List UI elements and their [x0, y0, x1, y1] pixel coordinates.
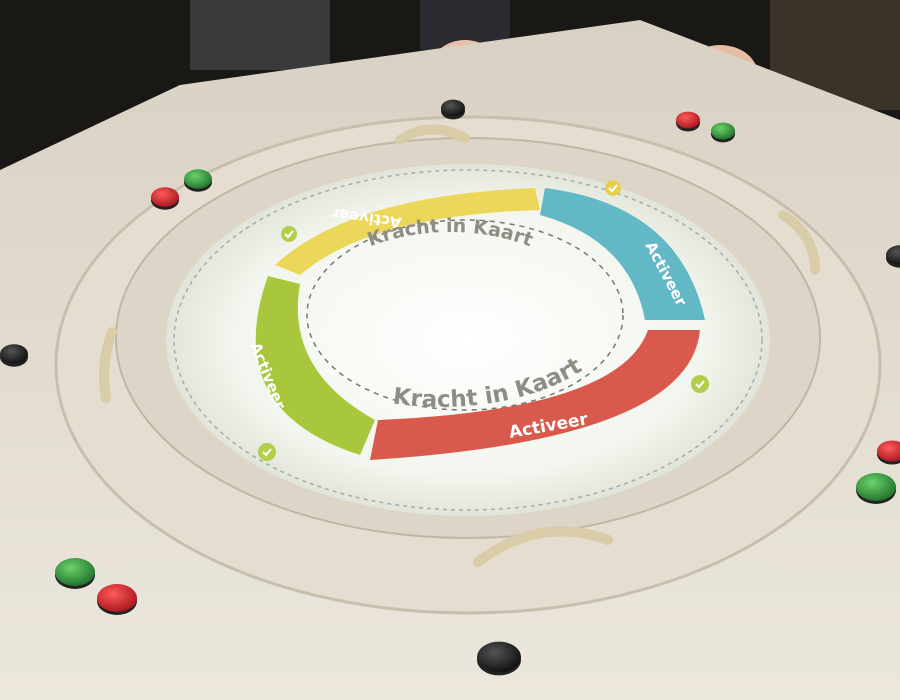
arcade-button-red[interactable]: [151, 187, 179, 210]
arcade-button-black[interactable]: [477, 641, 521, 676]
check-icon-top-left[interactable]: [281, 226, 297, 242]
arcade-button-green[interactable]: [184, 169, 212, 192]
check-icon-bottom-left[interactable]: [258, 443, 276, 461]
arcade-button-green[interactable]: [856, 473, 896, 504]
arcade-button-red[interactable]: [97, 584, 137, 615]
check-icon-top-right[interactable]: [605, 180, 621, 196]
arcade-button-black[interactable]: [441, 99, 465, 120]
arcade-button-green[interactable]: [55, 558, 95, 589]
arcade-button-green[interactable]: [711, 122, 735, 143]
arcade-button-red[interactable]: [676, 111, 700, 132]
arcade-button-black[interactable]: [0, 344, 28, 367]
scene: Activeer Activeer Activeer Activeer Krac…: [0, 0, 900, 700]
check-icon-right[interactable]: [691, 375, 709, 393]
